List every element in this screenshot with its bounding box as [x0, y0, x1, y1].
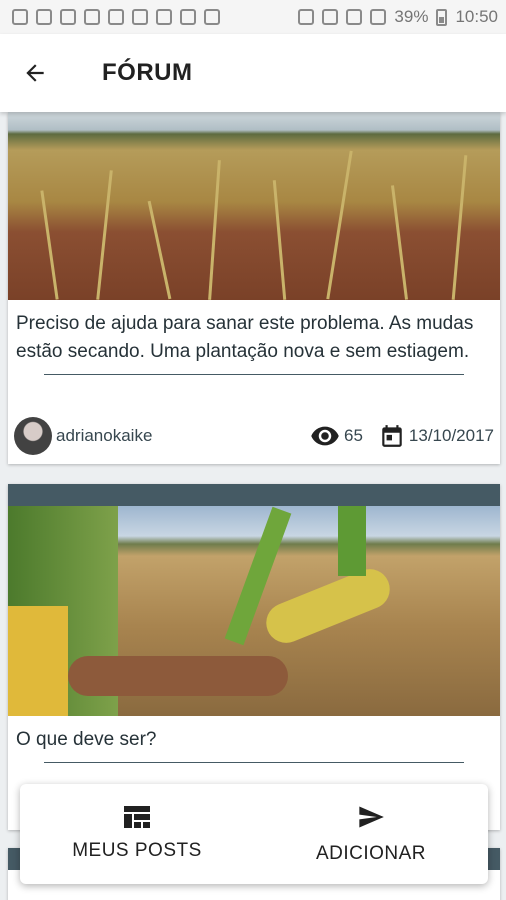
date-value: 13/10/2017 [408, 426, 494, 445]
signal-icon [370, 9, 387, 25]
message-icon [12, 9, 28, 25]
add-post-button[interactable]: ADICIONAR [254, 784, 488, 884]
divider [44, 374, 464, 375]
mute-icon [298, 9, 315, 25]
play-store-icon [204, 9, 220, 25]
views-count: 65 [310, 421, 363, 451]
play-store-icon [180, 9, 196, 25]
my-posts-button[interactable]: MEUS POSTS [20, 784, 254, 884]
author-name[interactable]: adrianokaike [56, 426, 152, 446]
avatar[interactable] [14, 417, 52, 455]
post-card[interactable]: O que deve ser? [8, 484, 500, 830]
my-posts-label: MEUS POSTS [72, 840, 202, 861]
post-image [8, 506, 500, 716]
calendar-icon [382, 425, 402, 447]
post-feed[interactable]: Preciso de ajuda para sanar este problem… [0, 112, 506, 900]
post-text: Preciso de ajuda para sanar este problem… [16, 313, 474, 362]
usb-icon [132, 9, 148, 25]
wifi-icon [322, 9, 339, 25]
app-bar: FÓRUM [0, 34, 506, 112]
bottom-action-bar: MEUS POSTS ADICIONAR [20, 784, 488, 884]
eye-icon [311, 426, 339, 446]
post-card[interactable]: Preciso de ajuda para sanar este problem… [8, 112, 500, 464]
card-header-strip [8, 484, 500, 506]
post-image [8, 112, 500, 300]
instagram-icon [84, 9, 100, 25]
battery-icon [436, 8, 448, 26]
post-date: 13/10/2017 [379, 423, 494, 449]
instagram-icon [108, 9, 124, 25]
send-icon [359, 806, 384, 828]
notification-icons [12, 9, 220, 25]
instagram-icon [36, 9, 52, 25]
post-meta: adrianokaike 65 13/10/2017 [8, 414, 500, 458]
usb-icon [156, 9, 172, 25]
back-button[interactable] [0, 34, 70, 112]
amazon-icon [60, 9, 76, 25]
page-title: FÓRUM [102, 59, 193, 86]
status-bar: 39% 10:50 [0, 0, 506, 34]
sim-icon [346, 9, 363, 25]
arrow-back-icon [26, 64, 44, 82]
dashboard-icon [124, 806, 150, 828]
divider [44, 762, 464, 763]
post-text: O que deve ser? [16, 729, 157, 750]
views-value: 65 [343, 426, 363, 445]
clock: 10:50 [455, 7, 498, 26]
add-label: ADICIONAR [315, 843, 427, 864]
battery-percent: 39% [394, 7, 429, 26]
system-icons: 39% 10:50 [298, 7, 498, 27]
